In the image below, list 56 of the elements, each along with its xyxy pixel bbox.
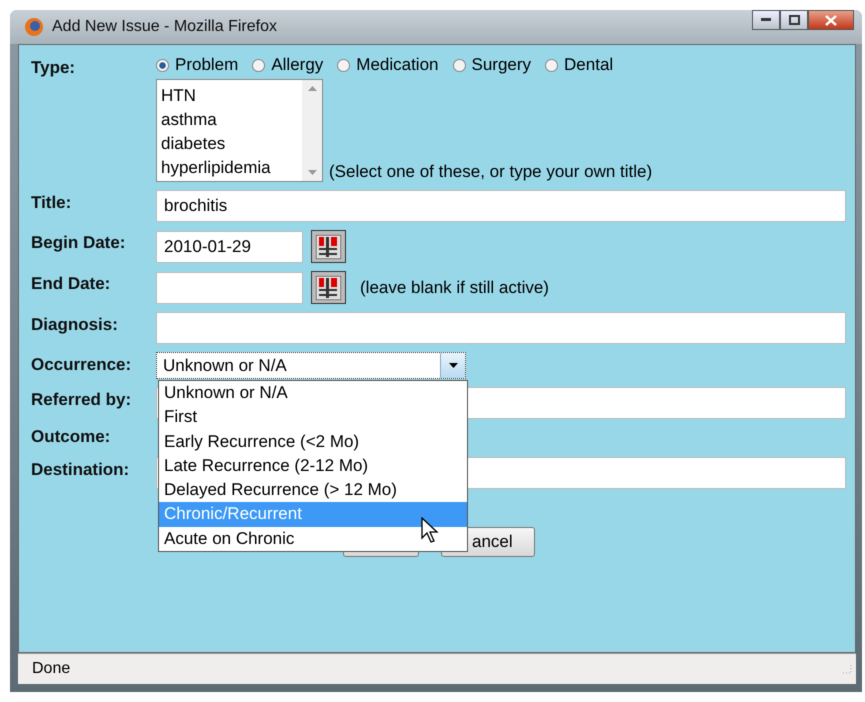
date-field[interactable]: 2010-01-29: [156, 230, 303, 262]
dropdown-option[interactable]: Early Recurrence (<2 Mo): [159, 430, 467, 454]
dropdown-option[interactable]: Late Recurrence (2-12 Mo): [159, 454, 467, 478]
scroll-down-icon: [308, 170, 316, 175]
field-label: Type:: [31, 57, 76, 79]
window-title: Add New Issue - Mozilla Firefox: [52, 18, 278, 36]
status-text: Done: [32, 660, 70, 678]
field-label: Referred by:: [31, 389, 132, 411]
close-icon: [825, 14, 837, 26]
caret-icon: [448, 363, 458, 368]
title-field[interactable]: brochitis: [156, 190, 846, 222]
list-item[interactable]: HTN: [161, 84, 298, 108]
date-field[interactable]: [156, 272, 303, 304]
radio-button[interactable]: [452, 58, 466, 72]
calendar-icon: [316, 276, 341, 300]
globe-icon: [24, 17, 44, 37]
calendar-button[interactable]: [311, 271, 346, 304]
radio-button[interactable]: [252, 58, 266, 72]
scrollbar[interactable]: [302, 80, 322, 181]
resize-grip-icon: [842, 664, 852, 674]
field-label: End Date:: [31, 273, 112, 295]
field-label: Outcome:: [31, 427, 112, 448]
maximize-icon: [788, 15, 800, 25]
dropdown-option[interactable]: Delayed Recurrence (> 12 Mo): [159, 478, 467, 502]
minimize-button[interactable]: [752, 10, 780, 30]
close-button[interactable]: [808, 10, 854, 30]
radio-option[interactable]: Dental: [545, 55, 614, 75]
radio-button[interactable]: [545, 58, 558, 72]
hint-text: (leave blank if still active): [360, 278, 549, 298]
scroll-up-icon: [308, 86, 316, 91]
field-label: Occurrence:: [31, 354, 132, 376]
dropdown-option[interactable]: Unknown or N/A: [159, 381, 467, 406]
dropdown-button[interactable]: [440, 353, 465, 378]
radio-button[interactable]: [156, 58, 169, 72]
radio-button[interactable]: [337, 58, 350, 72]
dropdown-option[interactable]: First: [159, 405, 467, 430]
radio-option[interactable]: Problem: [156, 55, 238, 75]
list-item[interactable]: diabetes: [161, 132, 298, 156]
occurrence-dropdown[interactable]: Unknown or N/A: [156, 352, 466, 379]
radio-option[interactable]: Surgery: [452, 55, 532, 75]
diagnosis-field[interactable]: [156, 312, 846, 344]
radio-option[interactable]: Allergy: [252, 55, 324, 75]
field-label: Diagnosis:: [31, 314, 119, 336]
list-item[interactable]: asthma: [161, 108, 298, 132]
mouse-pointer-icon: [421, 517, 439, 543]
hint-text: (Select one of these, or type your own title): [329, 162, 652, 182]
field-label: Title:: [31, 192, 72, 214]
calendar-button[interactable]: [311, 230, 346, 263]
calendar-icon: [316, 234, 341, 258]
list-item[interactable]: hyperlipidemia: [161, 156, 298, 180]
maximize-button[interactable]: [780, 10, 808, 30]
field-label: Destination:: [31, 459, 130, 481]
minimize-icon: [761, 18, 771, 22]
title-listbox[interactable]: HTN asthma diabetes hyperlipidemia: [156, 79, 323, 182]
radio-option[interactable]: Medication: [337, 55, 438, 75]
field-label: Begin Date:: [31, 232, 126, 254]
